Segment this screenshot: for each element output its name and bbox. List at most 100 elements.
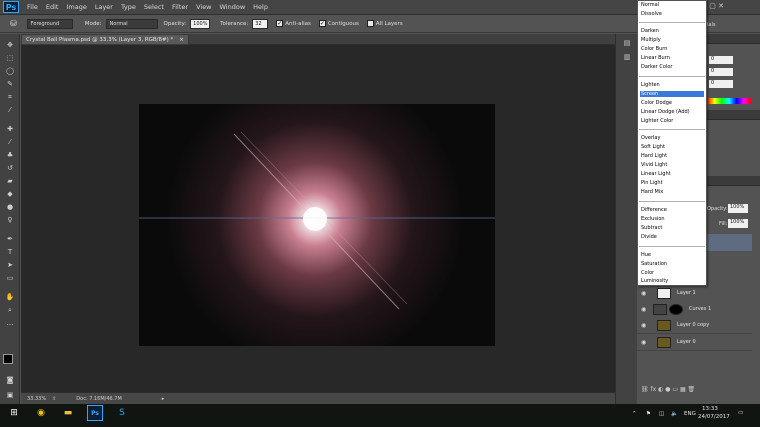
clock-date[interactable]: 24/07/2017	[698, 414, 730, 420]
blend-option[interactable]: Color Dodge	[640, 100, 704, 106]
blend-option[interactable]: Lighten	[640, 82, 704, 88]
properties-panel-icon[interactable]: ▥	[621, 52, 633, 62]
blend-option[interactable]: Color	[640, 270, 704, 276]
screen-mode-icon[interactable]: ▣	[4, 390, 16, 400]
language-indicator[interactable]: ENG	[684, 411, 696, 417]
visibility-eye-icon[interactable]: ◉	[641, 290, 649, 297]
windows-start-icon[interactable]: ⊞	[6, 405, 22, 421]
visibility-eye-icon[interactable]: ◉	[641, 306, 649, 313]
marquee-tool-icon[interactable]: ⬚	[4, 53, 16, 63]
type-tool-icon[interactable]: T	[4, 247, 16, 257]
blend-option[interactable]: Difference	[640, 207, 704, 213]
blend-option[interactable]: Linear Burn	[640, 55, 704, 61]
visibility-eye-icon[interactable]: ◉	[641, 322, 649, 329]
notification-flag-icon[interactable]: ⚑	[646, 411, 651, 417]
blend-option[interactable]: Divide	[640, 234, 704, 240]
menu-edit[interactable]: Edit	[46, 3, 59, 11]
layers-footer-icons[interactable]: ⛓ fx ◐ ● ▭ ▦ 🗑	[641, 386, 695, 393]
menu-filter[interactable]: Filter	[172, 3, 188, 11]
clock-time[interactable]: 13:33	[702, 406, 718, 412]
path-selection-tool-icon[interactable]: ➤	[4, 260, 16, 270]
share-icon[interactable]: ⇪	[52, 396, 56, 402]
fill-input[interactable]: 100%	[728, 219, 748, 228]
blend-option[interactable]: Subtract	[640, 225, 704, 231]
quick-mask-icon[interactable]: ◙	[4, 375, 16, 385]
eyedropper-tool-icon[interactable]: ⁄	[4, 105, 16, 115]
mode-select[interactable]: Normal	[105, 18, 158, 29]
blend-option[interactable]: Darker Color	[640, 64, 704, 70]
layer-row[interactable]: ◉ Layer 1	[637, 285, 752, 302]
visibility-eye-icon[interactable]: ◉	[641, 339, 649, 346]
shape-tool-icon[interactable]: ▭	[4, 273, 16, 283]
red-value[interactable]: 0	[709, 56, 733, 64]
edit-toolbar-icon[interactable]: …	[4, 318, 16, 328]
eraser-tool-icon[interactable]: ▰	[4, 176, 16, 186]
opacity-input[interactable]: 100%	[190, 18, 211, 29]
quick-select-tool-icon[interactable]: ✎	[4, 79, 16, 89]
layer-row[interactable]: ◉ Layer 0	[637, 334, 752, 351]
network-icon[interactable]: ◫	[659, 411, 664, 417]
blend-option[interactable]: Dissolve	[640, 11, 704, 17]
crop-tool-icon[interactable]: ⌗	[4, 92, 16, 102]
close-tab-icon[interactable]: ×	[179, 37, 184, 43]
blend-option[interactable]: Normal	[640, 2, 704, 8]
healing-brush-tool-icon[interactable]: ✚	[4, 124, 16, 134]
zoom-tool-icon[interactable]: ⌕	[4, 305, 16, 315]
tray-chevron-icon[interactable]: ⌃	[632, 411, 637, 417]
blend-option[interactable]: Linear Dodge (Add)	[640, 109, 704, 115]
blend-option[interactable]: Saturation	[640, 261, 704, 267]
pen-tool-icon[interactable]: ✒	[4, 234, 16, 244]
zoom-level[interactable]: 33.33%	[27, 396, 46, 402]
layer-row[interactable]: ◉ Layer 0 copy	[637, 317, 752, 334]
blend-option[interactable]: Overlay	[640, 135, 704, 141]
file-explorer-icon[interactable]: ▬	[60, 405, 76, 421]
blend-option[interactable]: Hard Mix	[640, 189, 704, 195]
history-brush-tool-icon[interactable]: ↺	[4, 163, 16, 173]
skype-icon[interactable]: S	[114, 405, 130, 421]
layer-row[interactable]: ◉ Curves 1	[637, 301, 752, 318]
action-center-icon[interactable]: ▭	[738, 410, 743, 416]
hand-tool-icon[interactable]: ✋	[4, 292, 16, 302]
menu-help[interactable]: Help	[253, 3, 268, 11]
bucket-tool-icon[interactable]: ⛁	[10, 19, 17, 28]
paint-bucket-tool-icon[interactable]: ◆	[4, 189, 16, 199]
lasso-tool-icon[interactable]: ◯	[4, 66, 16, 76]
blend-option[interactable]: Soft Light	[640, 144, 704, 150]
menu-view[interactable]: View	[196, 3, 211, 11]
contiguous-checkbox[interactable]: ✓	[318, 20, 326, 27]
move-tool-icon[interactable]: ✥	[4, 40, 16, 50]
blend-option[interactable]: Lighter Color	[640, 118, 704, 124]
all-layers-checkbox[interactable]	[366, 20, 374, 27]
blend-mode-dropdown[interactable]: Normal Dissolve Darken Multiply Color Bu…	[637, 0, 707, 286]
blend-option[interactable]: Hue	[640, 252, 704, 258]
fill-source-select[interactable]: Foreground	[26, 18, 73, 29]
menu-window[interactable]: Window	[220, 3, 246, 11]
blend-option[interactable]: Hard Light	[640, 153, 704, 159]
foreground-color-swatch[interactable]	[3, 354, 13, 364]
blend-option[interactable]: Pin Light	[640, 180, 704, 186]
history-panel-icon[interactable]: ▤	[621, 38, 633, 48]
volume-icon[interactable]: 🔈	[671, 411, 678, 417]
blend-option[interactable]: Color Burn	[640, 46, 704, 52]
green-value[interactable]: 0	[709, 68, 733, 76]
menu-select[interactable]: Select	[144, 3, 164, 11]
color-spectrum[interactable]	[707, 98, 751, 104]
clone-stamp-tool-icon[interactable]: ♣	[4, 150, 16, 160]
tolerance-input[interactable]: 32	[252, 18, 269, 29]
document-canvas[interactable]	[139, 104, 495, 346]
menu-file[interactable]: File	[27, 3, 38, 11]
blend-option[interactable]: Linear Light	[640, 171, 704, 177]
blend-option[interactable]: Multiply	[640, 37, 704, 43]
blend-option[interactable]: Vivid Light	[640, 162, 704, 168]
layer-opacity-input[interactable]: 100%	[728, 204, 748, 213]
document-tab[interactable]: Crystal Ball Plasma.psd @ 33.3% (Layer 3…	[21, 34, 189, 45]
chrome-icon[interactable]: ◉	[33, 405, 49, 421]
menu-image[interactable]: Image	[66, 3, 86, 11]
blend-option[interactable]: Darken	[640, 28, 704, 34]
photoshop-taskbar-icon[interactable]: Ps	[87, 405, 103, 421]
blend-option-selected[interactable]: Screen	[640, 91, 704, 97]
menu-type[interactable]: Type	[121, 3, 136, 11]
blue-value[interactable]: 0	[709, 80, 733, 88]
brush-tool-icon[interactable]: ⁄	[4, 137, 16, 147]
blend-option[interactable]: Exclusion	[640, 216, 704, 222]
